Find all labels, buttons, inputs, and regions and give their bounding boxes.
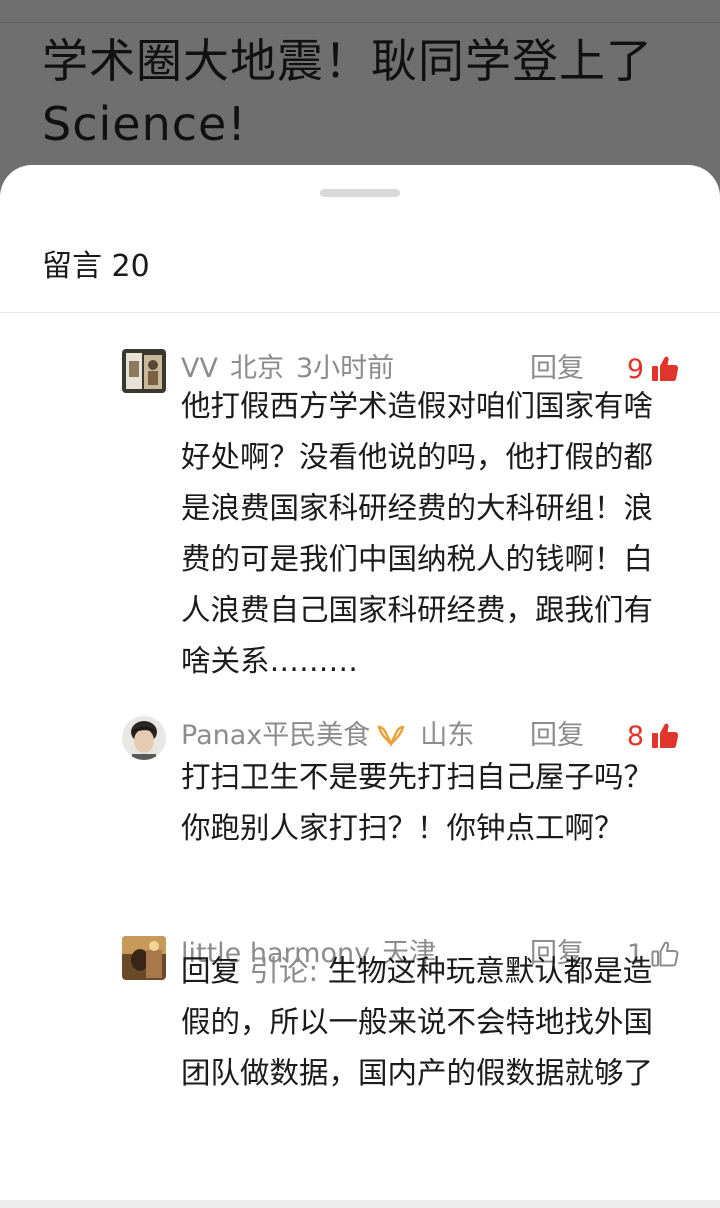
timestamp: 3小时前 — [295, 353, 395, 384]
comment-text: 打扫卫生不是要先打扫自己屋子吗？你跑别人家打扫？！你钟点工啊？ — [181, 760, 654, 845]
username[interactable]: VV — [181, 353, 218, 384]
vip-badge-icon — [377, 725, 405, 747]
article-title: 学术圈大地震！耿同学登上了Science! — [42, 34, 653, 151]
comment-meta: Panax平民美食 山东 — [181, 716, 486, 756]
avatar[interactable] — [122, 936, 166, 980]
comments-sheet: 留言 20 VV 北京 3小时前 回复 9 他打假西方学术造假对咱们国家有啥好处啊？ — [0, 165, 720, 1208]
avatar[interactable] — [122, 349, 166, 393]
like-count: 9 — [626, 353, 644, 385]
location: 北京 — [229, 353, 284, 384]
thumbs-up-filled-icon — [652, 356, 679, 381]
comments-count-title: 留言 20 — [42, 249, 150, 284]
drag-handle[interactable] — [320, 189, 400, 197]
username[interactable]: Panax平民美食 — [181, 720, 370, 751]
header-divider — [0, 22, 720, 23]
reply-prefix: 回复 — [181, 954, 241, 988]
bottom-bar — [0, 1200, 720, 1208]
divider — [0, 312, 720, 313]
reply-button[interactable]: 回复 — [530, 716, 584, 756]
avatar[interactable] — [122, 716, 166, 760]
location: 山东 — [420, 720, 475, 751]
comment-text: 他打假西方学术造假对咱们国家有啥好处啊？没看他说的吗，他打假的都是浪费国家科研经… — [181, 389, 654, 678]
thumbs-up-filled-icon — [652, 723, 679, 748]
like-button[interactable]: 8 — [627, 716, 680, 756]
like-count: 8 — [626, 720, 644, 752]
comment-text: 回复 引论: 生物这种玩意默认都是造假的，所以一般来说不会特地找外国团队做数据，… — [181, 946, 681, 1099]
quoted-user[interactable]: 引论: — [249, 954, 318, 988]
